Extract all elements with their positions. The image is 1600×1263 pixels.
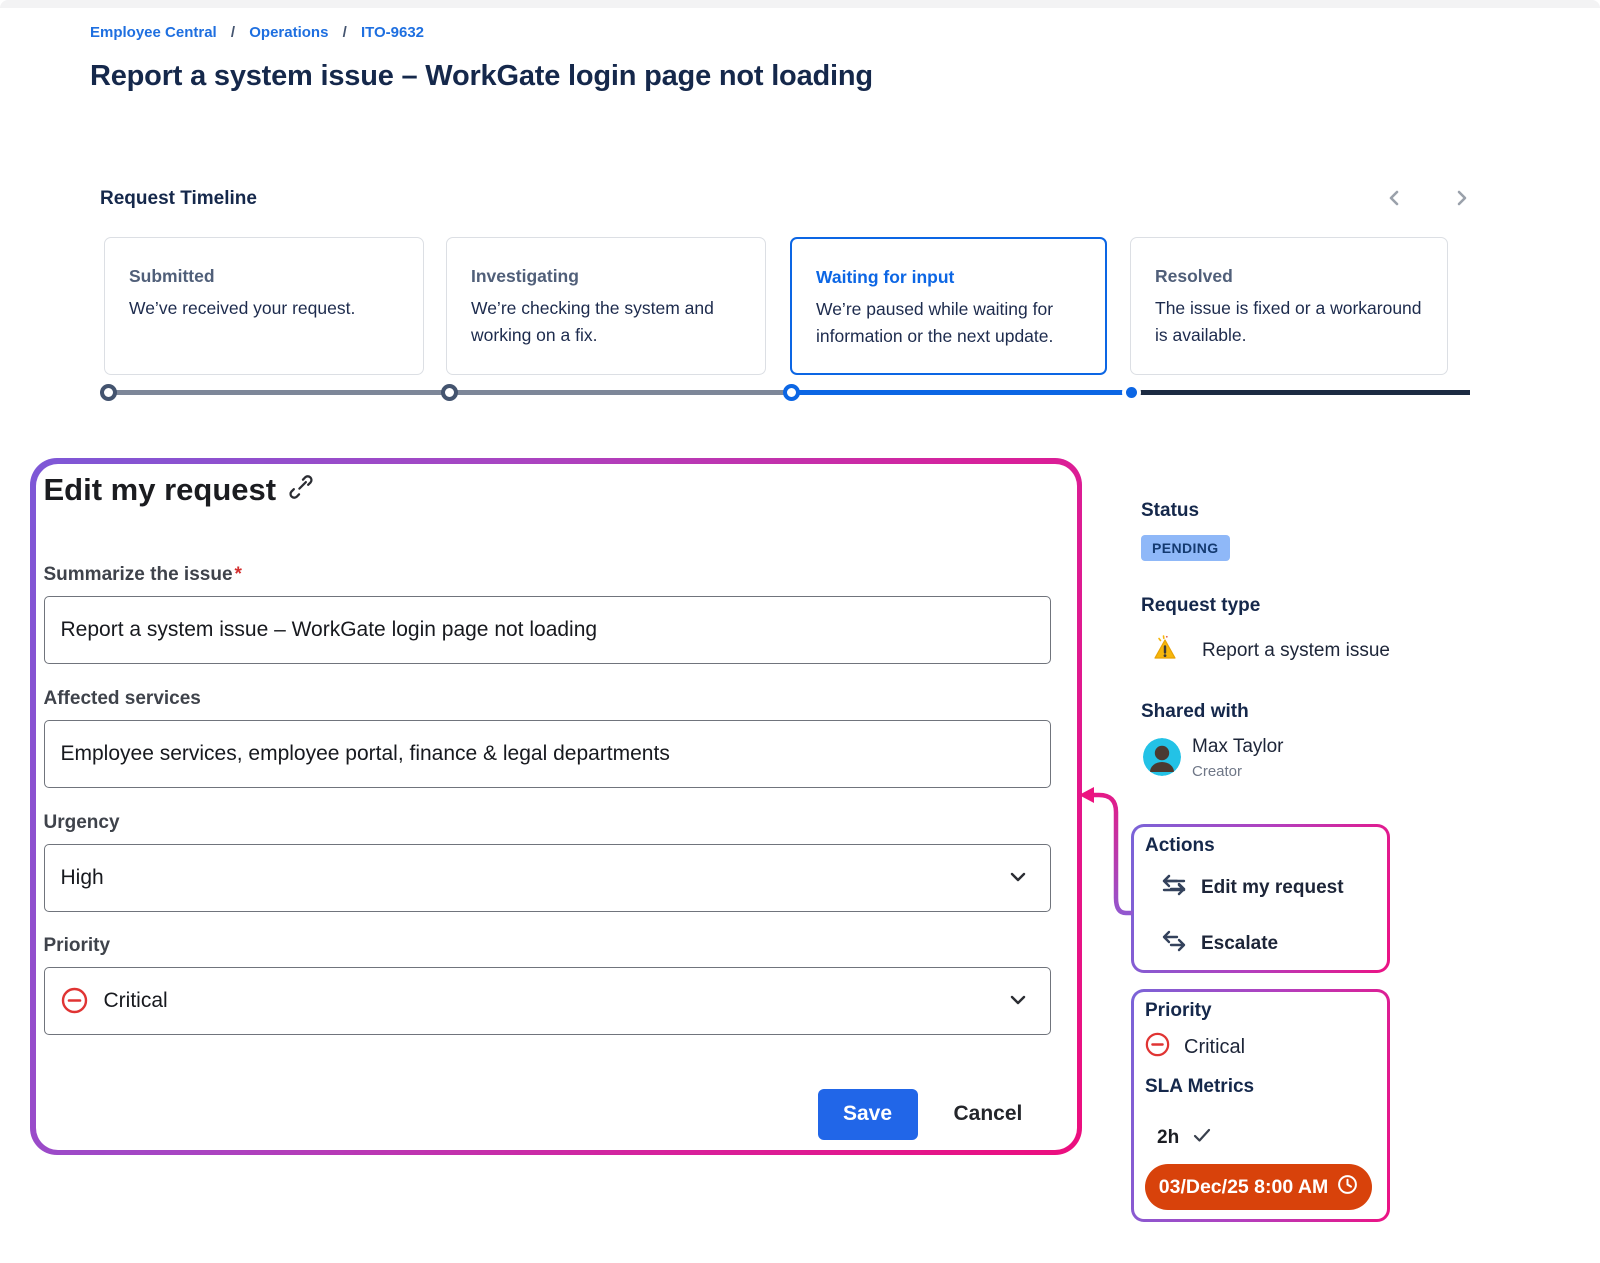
action-label: Edit my request — [1201, 877, 1344, 899]
breadcrumb-separator: / — [231, 24, 235, 41]
affected-services-label: Affected services — [44, 688, 201, 710]
edit-request-title: Edit my request — [44, 472, 315, 508]
timeline-step-resolved: Resolved The issue is fixed or a workaro… — [1130, 237, 1448, 375]
timeline-step-description: The issue is fixed or a workaround is av… — [1155, 295, 1423, 349]
timeline-dot-resolved — [1122, 383, 1141, 402]
priority-select[interactable]: Critical — [44, 967, 1051, 1035]
swap-arrows-icon — [1161, 930, 1187, 958]
request-type-value: Report a system issue — [1202, 640, 1390, 662]
actions-panel: Actions Edit my request — [1131, 824, 1390, 973]
timeline-step-title: Investigating — [471, 266, 741, 287]
critical-priority-icon — [1145, 1032, 1170, 1063]
timeline-dot-submitted — [100, 384, 117, 401]
link-icon — [288, 472, 314, 508]
breadcrumb-separator: / — [343, 24, 347, 41]
timeline-step-description: We’re checking the system and working on… — [471, 295, 741, 349]
window-top-edge — [0, 0, 1600, 8]
summary-input[interactable] — [44, 596, 1051, 664]
timeline-next-button[interactable] — [1448, 186, 1476, 214]
swap-arrows-icon — [1161, 874, 1187, 902]
priority-panel-value: Critical — [1184, 1036, 1245, 1059]
priority-label: Priority — [44, 935, 111, 957]
chevron-down-icon — [1008, 866, 1028, 890]
timeline-step-title: Resolved — [1155, 266, 1423, 287]
timeline-step-description: We’re paused while waiting for informati… — [816, 296, 1081, 350]
sla-due-text: 03/Dec/25 8:00 AM — [1159, 1176, 1328, 1199]
breadcrumb: Employee Central / Operations / ITO-9632 — [90, 24, 434, 41]
timeline-step-investigating: Investigating We’re checking the system … — [446, 237, 766, 375]
timeline-step-title: Waiting for input — [816, 267, 1081, 288]
status-badge: PENDING — [1141, 535, 1230, 561]
urgency-value: High — [61, 866, 104, 890]
chevron-down-icon — [1008, 989, 1028, 1013]
breadcrumb-link-employee-central[interactable]: Employee Central — [90, 24, 217, 41]
breadcrumb-link-operations[interactable]: Operations — [249, 24, 328, 41]
shared-user-role: Creator — [1192, 763, 1242, 780]
status-heading: Status — [1141, 500, 1199, 522]
timeline-track-current — [793, 390, 1133, 395]
shared-user-name: Max Taylor — [1192, 736, 1284, 758]
priority-value: Critical — [104, 989, 168, 1013]
priority-panel: Priority Critical SLA Metrics 2h 03/Dec/ — [1131, 989, 1390, 1222]
timeline-dot-investigating — [441, 384, 458, 401]
sla-due-badge: 03/Dec/25 8:00 AM — [1145, 1164, 1372, 1210]
urgency-label: Urgency — [44, 812, 120, 834]
actions-heading: Actions — [1145, 835, 1215, 857]
timeline-step-waiting-for-input: Waiting for input We’re paused while wai… — [790, 237, 1107, 375]
timeline-heading: Request Timeline — [100, 188, 257, 210]
timeline-track-upcoming — [1133, 390, 1470, 395]
timeline-prev-button[interactable] — [1380, 186, 1408, 214]
timeline-step-submitted: Submitted We’ve received your request. — [104, 237, 424, 375]
save-button[interactable]: Save — [818, 1089, 918, 1140]
cancel-button[interactable]: Cancel — [944, 1089, 1033, 1140]
sla-value-row: 2h — [1157, 1127, 1211, 1149]
action-edit-my-request[interactable]: Edit my request — [1161, 874, 1344, 902]
breadcrumb-link-ticket-id[interactable]: ITO-9632 — [361, 24, 424, 41]
priority-heading: Priority — [1145, 1000, 1212, 1022]
shared-with-heading: Shared with — [1141, 701, 1249, 723]
page-title: Report a system issue – WorkGate login p… — [90, 60, 873, 93]
urgency-select[interactable]: High — [44, 844, 1051, 912]
checkmark-icon — [1193, 1127, 1211, 1149]
action-escalate[interactable]: Escalate — [1161, 930, 1278, 958]
avatar[interactable] — [1143, 738, 1181, 776]
critical-priority-icon — [61, 987, 88, 1014]
warning-triangle-icon — [1150, 633, 1180, 668]
sla-value: 2h — [1157, 1127, 1179, 1149]
page: Employee Central / Operations / ITO-9632… — [0, 0, 1600, 1263]
affected-services-input[interactable] — [44, 720, 1051, 788]
timeline-dot-waiting-for-input — [783, 384, 800, 401]
sla-metrics-heading: SLA Metrics — [1145, 1076, 1254, 1098]
edit-request-panel: Edit my request Summarize the issue* Aff… — [30, 458, 1082, 1155]
clock-icon — [1337, 1174, 1358, 1201]
chevron-left-icon — [1387, 189, 1401, 212]
request-type-row: Report a system issue — [1150, 633, 1390, 668]
chevron-right-icon — [1455, 189, 1469, 212]
required-asterisk: * — [235, 564, 242, 585]
action-label: Escalate — [1201, 933, 1278, 955]
request-type-heading: Request type — [1141, 595, 1260, 617]
summary-label: Summarize the issue* — [44, 564, 242, 586]
timeline-step-title: Submitted — [129, 266, 399, 287]
timeline-step-description: We’ve received your request. — [129, 295, 399, 322]
priority-value-row: Critical — [1145, 1032, 1245, 1063]
